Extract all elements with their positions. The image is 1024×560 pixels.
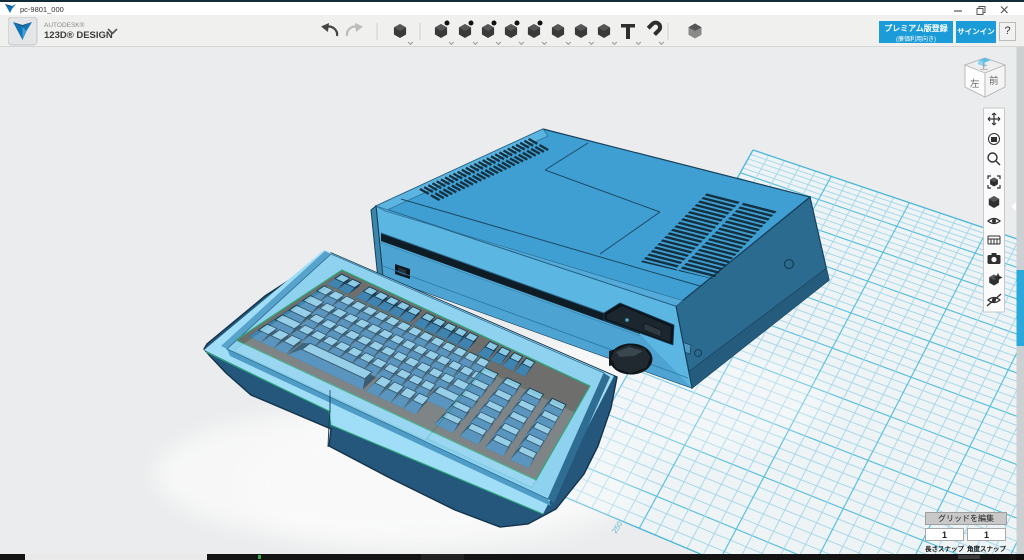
svg-text:上: 上 [980, 62, 988, 71]
svg-text:前: 前 [989, 75, 999, 87]
svg-text:左: 左 [970, 78, 980, 90]
